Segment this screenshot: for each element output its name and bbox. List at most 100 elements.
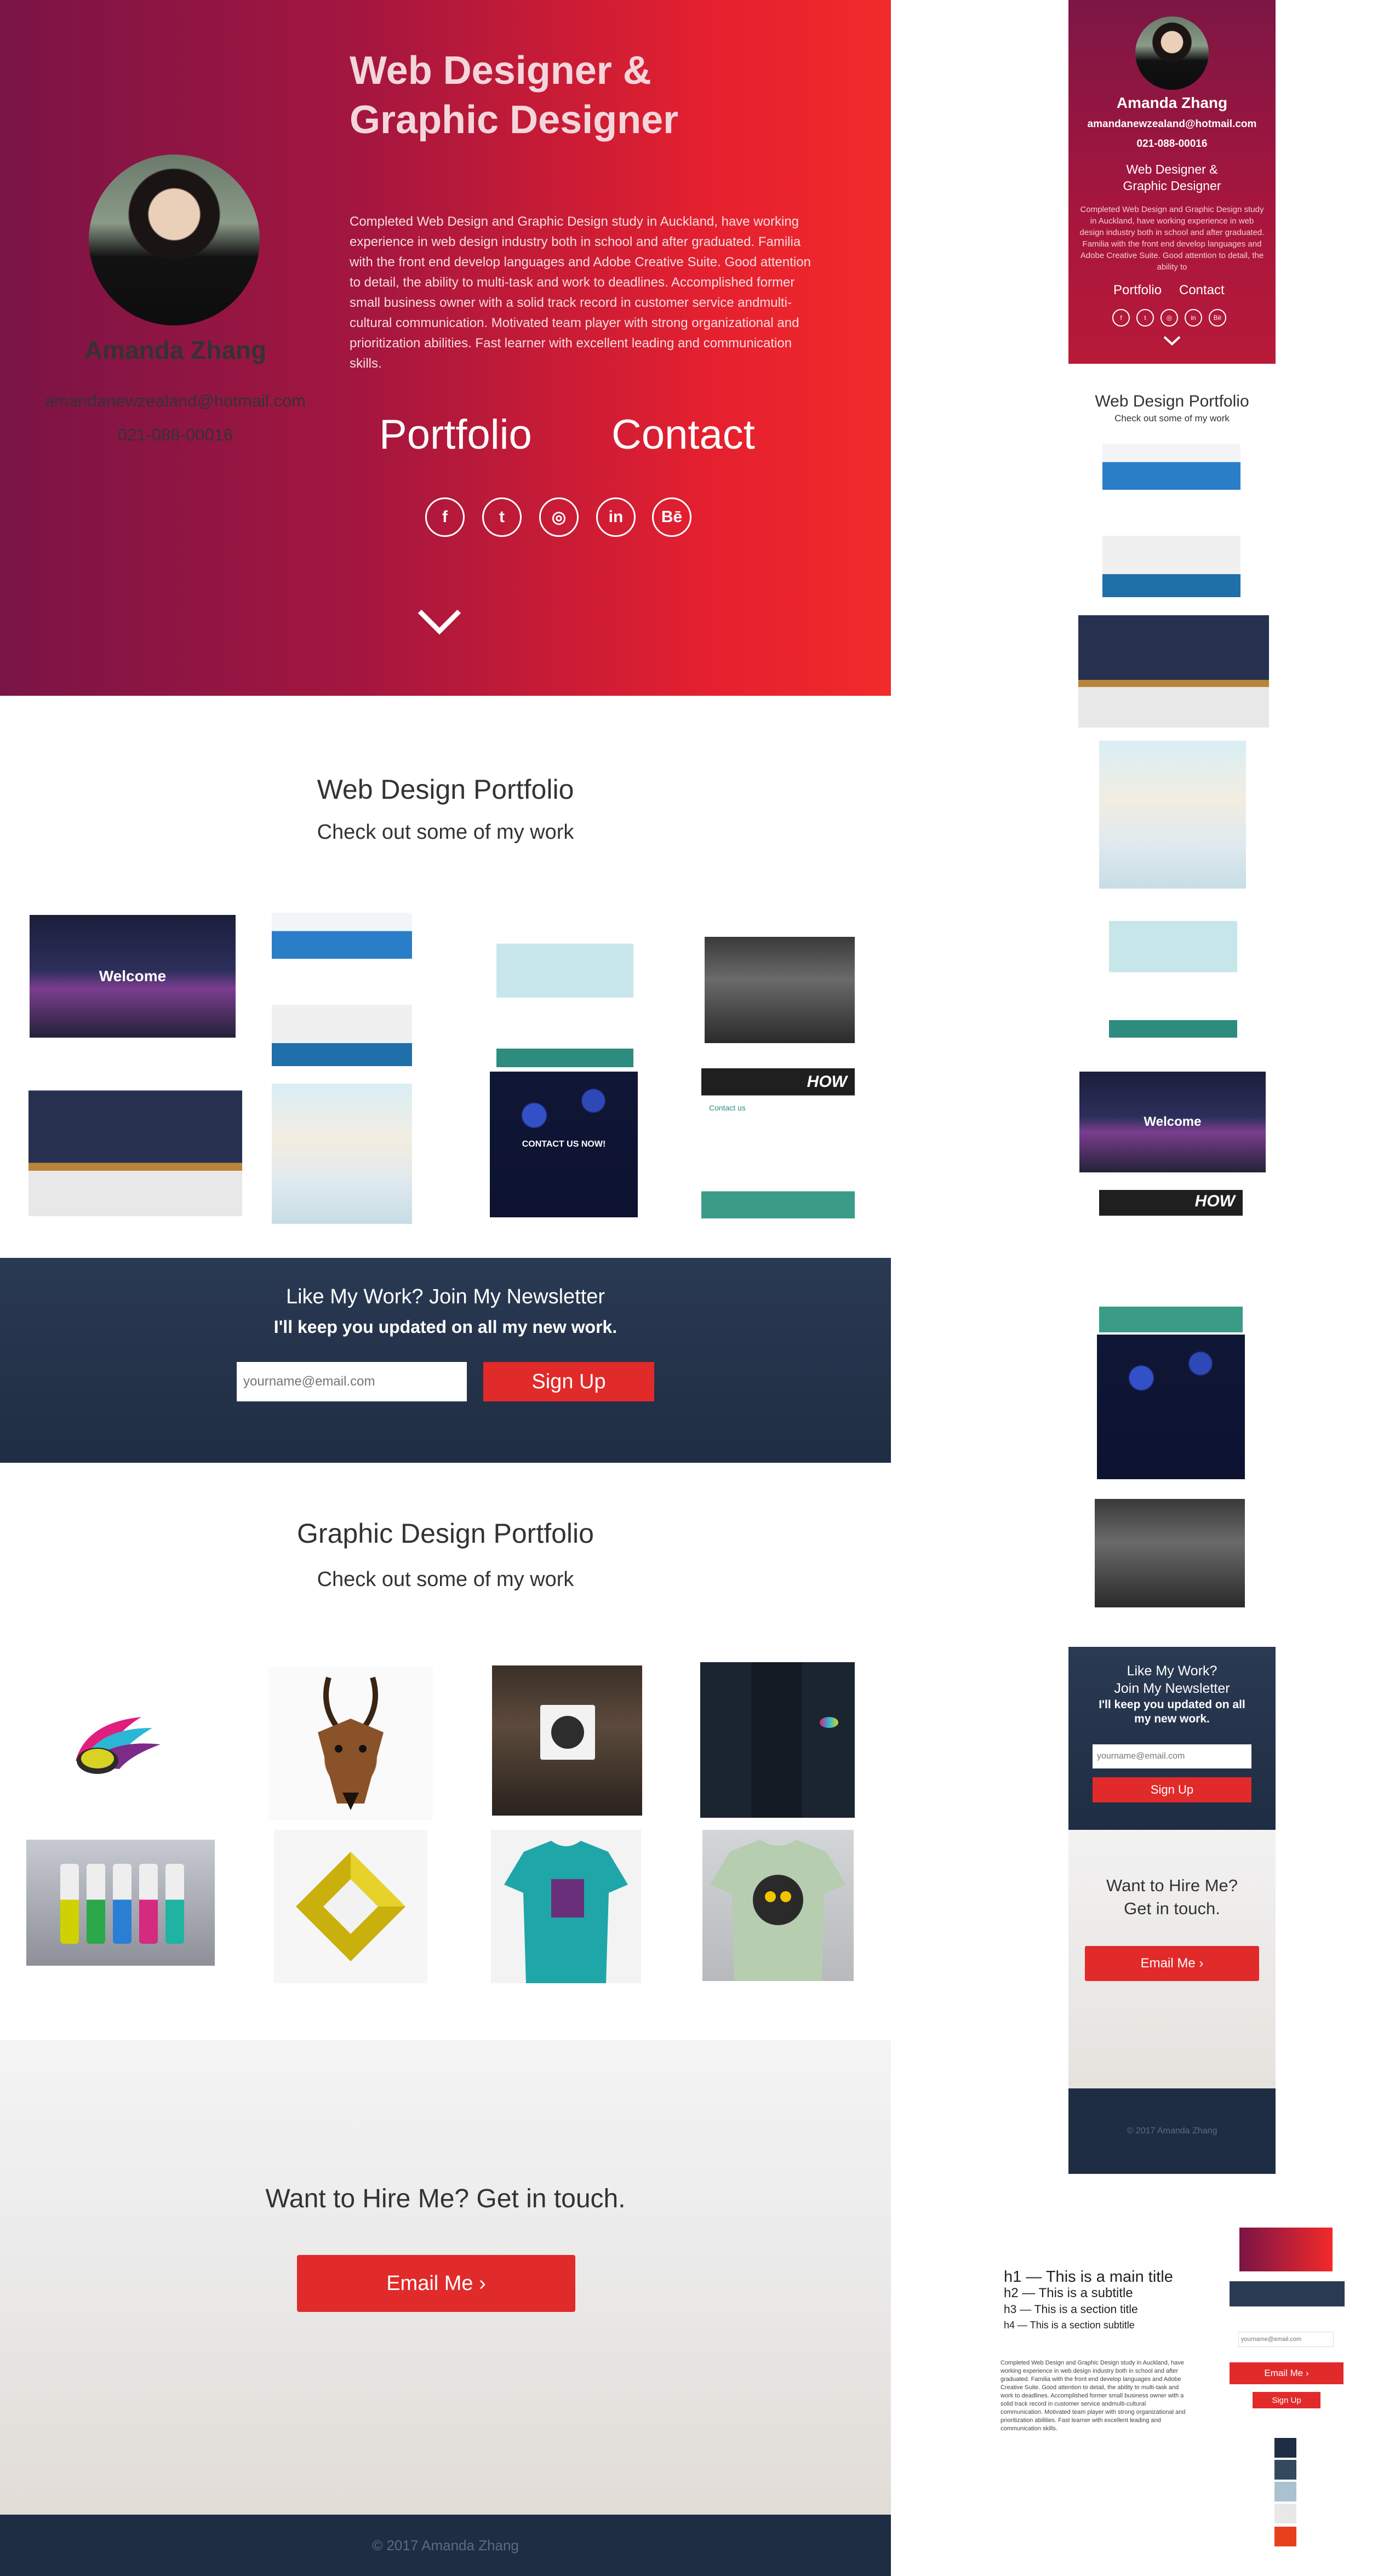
graphic-portfolio-subheading: Check out some of my work	[317, 1568, 574, 1591]
web-thumb-welcome[interactable]: Welcome	[30, 915, 236, 1038]
mobile-twitter-icon[interactable]: t	[1136, 309, 1154, 327]
profile-name: Amanda Zhang	[84, 336, 267, 364]
style-h4: h4 — This is a section subtitle	[1004, 2320, 1135, 2331]
thumb-contact-label: CONTACT US NOW!	[522, 1140, 606, 1149]
mobile-thumb-desk[interactable]	[1095, 1499, 1245, 1607]
mobile-bio: Completed Web Design and Graphic Design …	[1079, 205, 1265, 272]
hero-title-line1: Web Designer &	[350, 49, 651, 93]
mobile-behance-icon[interactable]: Bē	[1209, 309, 1226, 327]
mobile-thumb-welcome[interactable]: Welcome	[1079, 1072, 1266, 1172]
style-body-text: Completed Web Design and Graphic Design …	[1000, 2360, 1186, 2432]
graphic-thumb-easel[interactable]	[492, 1665, 642, 1816]
web-thumb-contact[interactable]: HOW Contact us	[701, 1068, 855, 1218]
mobile-news-line4: my new work.	[1134, 1713, 1210, 1725]
web-portfolio-subheading: Check out some of my work	[317, 821, 574, 844]
style-input-sample[interactable]	[1238, 2332, 1334, 2347]
web-portfolio-heading: Web Design Portfolio	[317, 774, 574, 805]
mobile-avatar	[1135, 16, 1209, 90]
web-thumb-city[interactable]	[28, 1083, 242, 1216]
web-thumb-blue-contact[interactable]: CONTACT US NOW!	[490, 1072, 638, 1217]
thumb-welcome-label: Welcome	[99, 968, 167, 984]
mobile-news-line2: Join My Newsletter	[1114, 1681, 1230, 1696]
style-email-button-sample[interactable]: Email Me ›	[1230, 2362, 1343, 2384]
graphic-portfolio-heading: Graphic Design Portfolio	[297, 1518, 594, 1549]
newsletter-subheading: I'll keep you updated on all my new work…	[273, 1317, 618, 1337]
hero-title: Web Designer & Graphic Designer	[350, 46, 788, 145]
web-thumb-teal-site[interactable]	[496, 913, 633, 1067]
mobile-hire-line2: Get in touch.	[1124, 1899, 1220, 1918]
swatch-light-blue	[1274, 2482, 1296, 2501]
mobile-nav-contact[interactable]: Contact	[1179, 283, 1225, 298]
style-h2: h2 — This is a subtitle	[1004, 2286, 1133, 2300]
mobile-thumb-teal-site[interactable]	[1109, 892, 1237, 1038]
web-thumb-blue-site[interactable]	[272, 913, 412, 1066]
style-navy-block	[1230, 2281, 1345, 2306]
mobile-hire-line1: Want to Hire Me?	[1106, 1876, 1238, 1895]
style-signup-button-sample[interactable]: Sign Up	[1253, 2392, 1320, 2408]
graphic-thumb-gold-diamond[interactable]	[274, 1830, 427, 1983]
dribbble-icon[interactable]: ◎	[539, 497, 579, 537]
chevron-down-icon[interactable]	[416, 608, 462, 636]
profile-phone: 021-088-00016	[117, 425, 233, 444]
email-me-button[interactable]: Email Me ›	[297, 2255, 575, 2312]
graphic-thumb-teal-shirt[interactable]	[491, 1830, 641, 1983]
newsletter-signup-button[interactable]: Sign Up	[483, 1362, 654, 1401]
thumb-contactus-label: Contact us	[709, 1103, 746, 1112]
swatch-navy	[1274, 2438, 1296, 2458]
brochure-logo	[820, 1717, 838, 1728]
graphic-thumb-antelope[interactable]	[268, 1667, 433, 1820]
mobile-news-line1: Like My Work?	[1127, 1663, 1217, 1679]
mobile-thumb-blue-contact[interactable]	[1097, 1335, 1245, 1479]
footer-copyright: © 2017 Amanda Zhang	[0, 2515, 891, 2576]
profile-avatar	[89, 154, 260, 325]
swatch-slate	[1274, 2460, 1296, 2480]
mobile-dribbble-icon[interactable]: ◎	[1160, 309, 1178, 327]
mobile-facebook-icon[interactable]: f	[1112, 309, 1130, 327]
graphic-thumb-green-shirt[interactable]	[702, 1830, 854, 1981]
nav-portfolio-link[interactable]: Portfolio	[379, 411, 532, 459]
mobile-news-line3: I'll keep you updated on all	[1099, 1698, 1245, 1711]
linkedin-icon[interactable]: in	[596, 497, 636, 537]
tube-4	[139, 1864, 158, 1944]
mobile-name: Amanda Zhang	[1116, 94, 1228, 111]
style-h3: h3 — This is a section title	[1004, 2303, 1138, 2316]
mobile-email[interactable]: amandanewzealand@hotmail.com	[1068, 118, 1276, 130]
mobile-nav-portfolio[interactable]: Portfolio	[1113, 283, 1162, 298]
web-thumb-food[interactable]	[272, 1084, 412, 1224]
mobile-thumb-how-label: HOW	[1194, 1192, 1235, 1210]
web-thumb-desk[interactable]	[705, 937, 855, 1043]
graphic-thumb-brochure[interactable]	[700, 1662, 855, 1818]
facebook-icon[interactable]: f	[425, 497, 465, 537]
mobile-thumb-city[interactable]	[1078, 608, 1269, 728]
graphic-thumb-tubes[interactable]	[26, 1840, 215, 1966]
swatch-light-grey	[1274, 2504, 1296, 2523]
mobile-phone: 021-088-00016	[1136, 138, 1208, 150]
hero-title-line2: Graphic Designer	[350, 98, 679, 142]
easel-logo	[551, 1716, 584, 1749]
mobile-email-me-button[interactable]: Email Me ›	[1085, 1946, 1259, 1981]
newsletter-email-input[interactable]	[237, 1362, 467, 1401]
tube-3	[113, 1864, 132, 1944]
swatch-orange-red	[1274, 2527, 1296, 2546]
newsletter-heading: Like My Work? Join My Newsletter	[285, 1285, 605, 1308]
mobile-footer: © 2017 Amanda Zhang	[1068, 2088, 1276, 2174]
mobile-thumb-contact[interactable]: HOW	[1099, 1190, 1243, 1332]
mobile-chevron-down-icon[interactable]	[1163, 335, 1181, 346]
tube-1	[60, 1864, 79, 1944]
hero-bio: Completed Web Design and Graphic Design …	[350, 214, 811, 371]
mobile-newsletter-input[interactable]	[1093, 1744, 1251, 1768]
mobile-linkedin-icon[interactable]: in	[1185, 309, 1202, 327]
mobile-thumb-food[interactable]	[1099, 741, 1246, 889]
mobile-thumb-blue-site[interactable]	[1102, 444, 1240, 597]
mobile-title-line1: Web Designer &	[1126, 162, 1218, 176]
mobile-web-subheading: Check out some of my work	[1114, 413, 1230, 423]
nav-contact-link[interactable]: Contact	[611, 411, 755, 459]
mobile-signup-button[interactable]: Sign Up	[1093, 1777, 1251, 1802]
hire-heading: Want to Hire Me? Get in touch.	[265, 2184, 626, 2213]
profile-email[interactable]: amandanewzealand@hotmail.com	[11, 391, 340, 411]
twitter-icon[interactable]: t	[482, 497, 522, 537]
graphic-thumb-logo[interactable]	[65, 1701, 169, 1783]
style-h1: h1 — This is a main title	[1004, 2268, 1173, 2286]
mobile-thumb-welcome-label: Welcome	[1144, 1114, 1202, 1129]
behance-icon[interactable]: Bē	[652, 497, 691, 537]
